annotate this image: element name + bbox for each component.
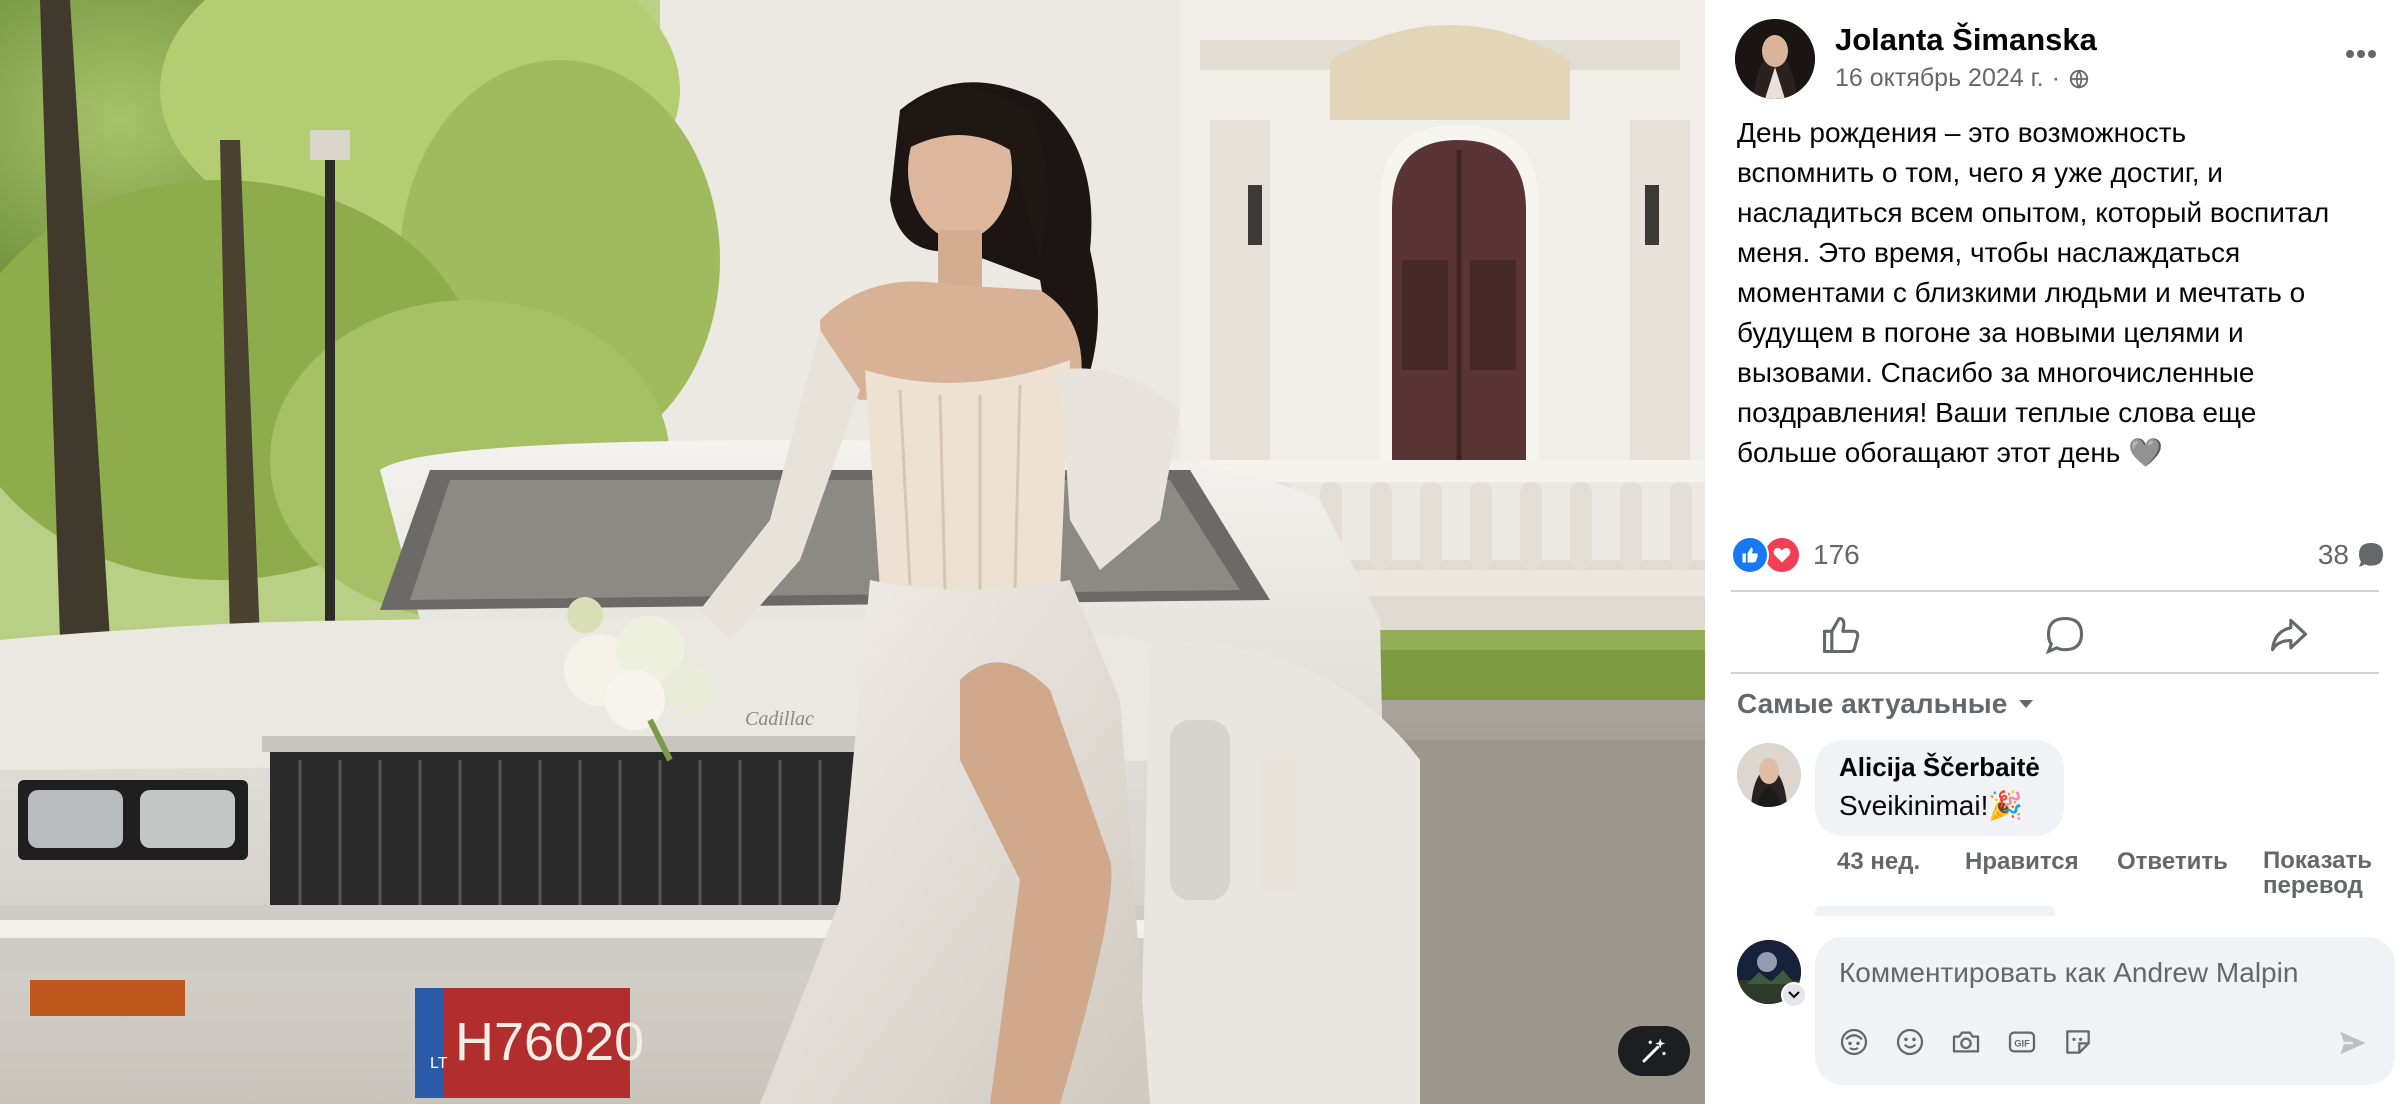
comment-bubble: Alicija Ščerbaitė Sveikinimai!🎉 [1815, 740, 2064, 836]
like-button[interactable] [1811, 605, 1871, 665]
post-photo[interactable]: LT H76020 Cadillac [0, 0, 1705, 1104]
caret-down-icon [2019, 700, 2034, 708]
comment-sort-dropdown[interactable]: Самые актуальные [1737, 688, 2035, 720]
post-meta: 16 октябрь 2024 г. · [1835, 64, 2090, 93]
magic-wand-icon [1642, 1038, 1666, 1063]
post-date[interactable]: 16 октябрь 2024 г. [1835, 64, 2044, 93]
more-options-button[interactable] [2339, 36, 2383, 72]
avatar-icon [1840, 1028, 1868, 1056]
post-actions [1731, 598, 2379, 672]
comment-like-button[interactable]: Нравится [1965, 848, 2079, 876]
chevron-down-icon [1788, 991, 1800, 999]
emoji-icon [1896, 1028, 1924, 1056]
divider [1731, 590, 2379, 592]
post-author-name[interactable]: Jolanta Šimanska [1835, 22, 2097, 58]
globe-icon [2069, 69, 2089, 89]
car-emblem: Cadillac [745, 708, 814, 730]
avatar-image [1735, 19, 1815, 99]
avatar-image [1737, 743, 1801, 807]
author-avatar[interactable] [1735, 19, 1815, 99]
send-icon [2340, 1031, 2366, 1055]
commenter-avatar[interactable] [1737, 743, 1801, 807]
next-comment-peek [1815, 906, 2055, 916]
show-translation-button[interactable]: Показать перевод [2263, 848, 2372, 898]
sticker-button[interactable] [2061, 1025, 2095, 1059]
divider [1731, 672, 2379, 674]
reactions-count: 176 [1813, 539, 1860, 570]
magic-wand-button[interactable] [1618, 1026, 1690, 1076]
comment-button[interactable] [2035, 605, 2095, 665]
comment-author[interactable]: Alicija Ščerbaitė [1839, 752, 2040, 783]
sticker-icon [2066, 1030, 2090, 1054]
share-button[interactable] [2259, 605, 2319, 665]
comment-time[interactable]: 43 нед. [1837, 848, 1920, 876]
comment-bubble-icon [2359, 543, 2383, 567]
comment-bubble-icon [2045, 616, 2084, 655]
post-side-panel: Jolanta Šimanska 16 октябрь 2024 г. · Де… [1705, 0, 2403, 1104]
composer-tools: GIF [1837, 1025, 2095, 1059]
reactions-summary[interactable]: 176 [1731, 535, 1860, 575]
comment-text: Sveikinimai!🎉 [1839, 790, 2024, 821]
comments-count: 38 [2317, 539, 2349, 570]
more-icon [2346, 50, 2376, 58]
like-icon [1731, 536, 1769, 574]
plate-number: H76020 [455, 1012, 644, 1072]
photo-scene: LT H76020 Cadillac [0, 0, 1705, 1104]
comment-input[interactable] [1839, 951, 2369, 995]
comment-reply-button[interactable]: Ответить [2117, 848, 2228, 876]
post-body-text: День рождения – это возможность вспомнит… [1737, 117, 2330, 468]
plate-country: LT [430, 1055, 448, 1072]
comments-count-button[interactable]: 38 [2318, 535, 2387, 575]
svg-text:GIF: GIF [2014, 1038, 2030, 1048]
emoji-button[interactable] [1893, 1025, 1927, 1059]
camera-icon [1952, 1031, 1980, 1053]
like-icon [1822, 616, 1860, 654]
share-icon [2270, 618, 2308, 652]
avatar-sticker-button[interactable] [1837, 1025, 1871, 1059]
gif-icon: GIF [2008, 1031, 2036, 1053]
send-button[interactable] [2333, 1025, 2373, 1061]
sort-label: Самые актуальные [1737, 688, 2008, 719]
gif-button[interactable]: GIF [2005, 1025, 2039, 1059]
photo-button[interactable] [1949, 1025, 1983, 1059]
comment-composer: GIF [1815, 937, 2395, 1085]
profile-switch-button[interactable] [1781, 982, 1807, 1008]
meta-separator: · [2051, 64, 2060, 92]
